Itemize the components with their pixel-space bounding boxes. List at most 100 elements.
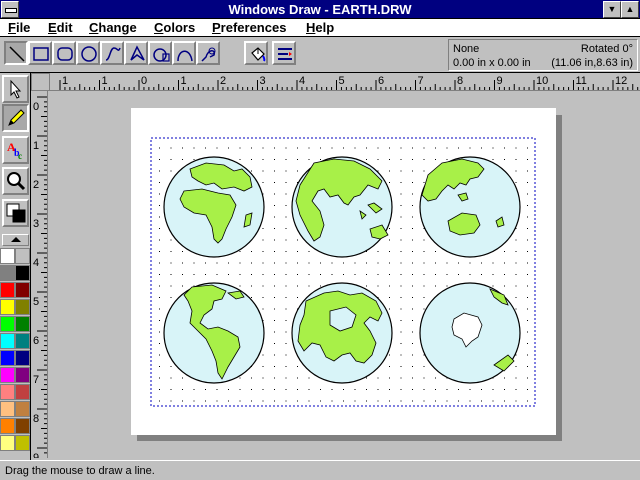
- position-info: (11.06 in,8.63 in): [551, 57, 633, 69]
- menu-bar: File Edit Change Colors Preferences Help: [0, 19, 640, 37]
- ruler-label: 5: [33, 296, 39, 308]
- palette-swatch[interactable]: [0, 435, 15, 451]
- ruler-label: 5: [339, 75, 345, 87]
- ruler-label: 2: [33, 179, 39, 191]
- color-fill-indicator[interactable]: [2, 199, 29, 227]
- drawing-page[interactable]: [131, 108, 556, 435]
- ruler-label: 8: [457, 75, 463, 87]
- drawing-canvas[interactable]: [50, 91, 640, 460]
- palette-swatch[interactable]: [0, 384, 15, 400]
- minimize-button[interactable]: ▼: [603, 1, 621, 18]
- ruler-label: 1: [102, 75, 108, 87]
- arc-tool-button[interactable]: [148, 41, 172, 65]
- menu-preferences[interactable]: Preferences: [212, 20, 286, 35]
- line-tool-button[interactable]: [4, 41, 28, 65]
- palette-swatch[interactable]: [15, 265, 30, 281]
- fill-bucket-button[interactable]: [244, 41, 268, 65]
- svg-text:c: c: [18, 151, 22, 161]
- palette-swatch[interactable]: [15, 350, 30, 366]
- rotation-info: Rotated 0°: [580, 43, 633, 55]
- text-tool-button[interactable]: Abc: [2, 136, 29, 164]
- ruler-label: 1: [181, 75, 187, 87]
- ruler-label: 4: [33, 257, 39, 269]
- palette-scroll-up-button[interactable]: [2, 234, 29, 246]
- palette-swatch[interactable]: [15, 384, 30, 400]
- ruler-label: 8: [33, 413, 39, 425]
- ruler-label: 0: [33, 101, 39, 113]
- palette-swatch[interactable]: [0, 316, 15, 332]
- palette-swatch[interactable]: [0, 401, 15, 417]
- pencil-icon: [8, 109, 25, 126]
- ruler-label: 3: [33, 218, 39, 230]
- ruler-label: 7: [418, 75, 424, 87]
- rounded-rectangle-icon: [57, 47, 73, 61]
- horizontal-ruler[interactable]: 11012345678910111213: [50, 73, 640, 91]
- ellipse-icon: [81, 46, 97, 62]
- asia-australia-globe[interactable]: [418, 155, 522, 259]
- ruler-label: 6: [378, 75, 384, 87]
- rectangle-tool-button[interactable]: [28, 41, 52, 65]
- bezier-tool-button[interactable]: [196, 41, 220, 65]
- menu-change[interactable]: Change: [89, 20, 137, 35]
- status-text: Drag the mouse to draw a line.: [5, 465, 155, 477]
- palette-swatch[interactable]: [0, 282, 15, 298]
- polygon-tool-button[interactable]: [124, 41, 148, 65]
- palette-swatch[interactable]: [15, 316, 30, 332]
- paint-bucket-icon: [251, 47, 266, 62]
- ruler-label: 4: [299, 75, 305, 87]
- ruler-label: 0: [141, 75, 147, 87]
- zoom-tool-button[interactable]: [2, 167, 29, 195]
- maximize-button[interactable]: ▲: [621, 1, 639, 18]
- text-flow-icon: [278, 48, 292, 60]
- bezier-icon: [201, 47, 216, 62]
- antarctica-globe[interactable]: [418, 281, 522, 385]
- vertical-ruler[interactable]: 0 1 2 3 4 5 6 7 8 9: [31, 91, 48, 464]
- palette-swatch[interactable]: [15, 299, 30, 315]
- ellipse-tool-button[interactable]: [76, 41, 100, 65]
- palette-swatch[interactable]: [15, 418, 30, 434]
- palette-swatch[interactable]: [15, 401, 30, 417]
- indian-ocean-globe[interactable]: [290, 155, 394, 259]
- pointer-tool-button[interactable]: [2, 75, 29, 103]
- polygon-icon: [130, 45, 145, 61]
- europe-africa-globe[interactable]: [162, 155, 266, 259]
- palette-swatch[interactable]: [0, 367, 15, 383]
- menu-colors[interactable]: Colors: [154, 20, 195, 35]
- palette-swatch[interactable]: [15, 282, 30, 298]
- menu-edit[interactable]: Edit: [48, 20, 73, 35]
- americas-globe[interactable]: [162, 281, 266, 385]
- palette-swatch[interactable]: [0, 418, 15, 434]
- ruler-label: 1: [62, 75, 68, 87]
- menu-help[interactable]: Help: [306, 20, 334, 35]
- palette-swatch[interactable]: [15, 367, 30, 383]
- ruler-label: 12: [615, 75, 627, 87]
- ruler-label: 2: [220, 75, 226, 87]
- magnifier-icon: [7, 172, 26, 191]
- text-flow-button[interactable]: [272, 41, 296, 65]
- curve-icon: [105, 47, 121, 61]
- palette-swatch[interactable]: [0, 350, 15, 366]
- palette-swatch[interactable]: [0, 333, 15, 349]
- ruler-label: 7: [33, 374, 39, 386]
- palette-swatch[interactable]: [15, 248, 30, 264]
- palette-swatch[interactable]: [0, 265, 15, 281]
- text-abc-icon: Abc: [7, 140, 22, 161]
- menu-file[interactable]: File: [8, 20, 30, 35]
- palette-swatch[interactable]: [15, 435, 30, 451]
- palette-swatch[interactable]: [0, 299, 15, 315]
- rounded-rectangle-tool-button[interactable]: [52, 41, 76, 65]
- ruler-label: 1: [33, 140, 39, 152]
- ruler-label: 10: [536, 75, 548, 87]
- freehand-icon: [177, 50, 193, 62]
- ruler-label: 11: [576, 75, 587, 87]
- size-info: 0.00 in x 0.00 in: [453, 57, 531, 69]
- ruler-label: 9: [33, 452, 39, 458]
- pencil-tool-button[interactable]: [2, 104, 29, 132]
- palette-swatch[interactable]: [15, 333, 30, 349]
- freehand-tool-button[interactable]: [172, 41, 196, 65]
- ruler-label: 9: [497, 75, 503, 87]
- curve-tool-button[interactable]: [100, 41, 124, 65]
- arctic-globe[interactable]: [290, 281, 394, 385]
- window-title: Windows Draw - EARTH.DRW: [228, 2, 412, 17]
- palette-swatch[interactable]: [0, 248, 15, 264]
